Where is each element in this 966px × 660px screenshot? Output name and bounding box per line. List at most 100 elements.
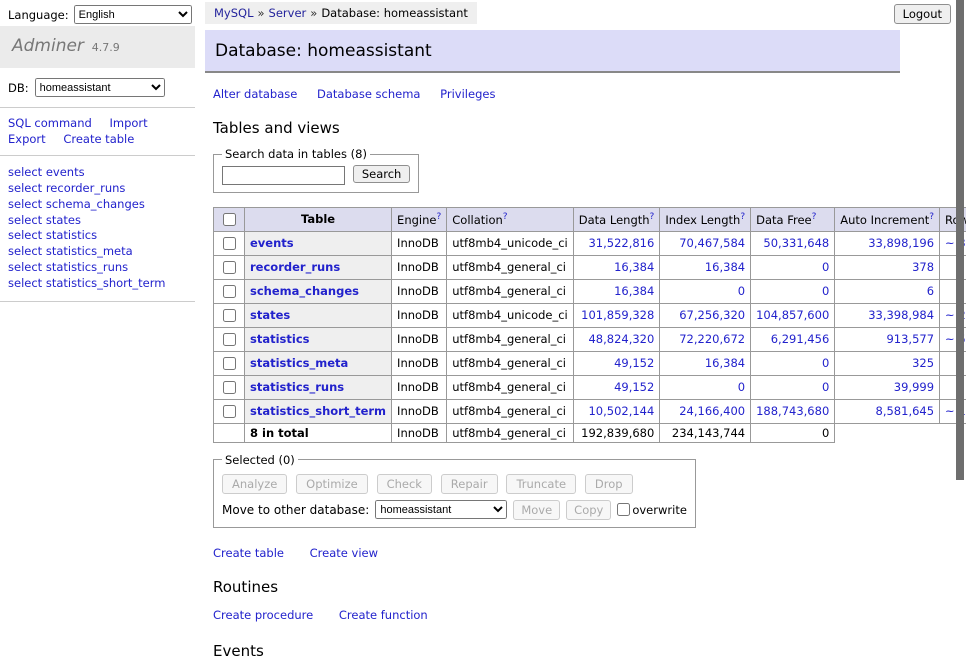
sidebar-select-states[interactable]: select states <box>8 213 187 229</box>
data-free-value[interactable]: 0 <box>822 284 829 298</box>
data-free-value[interactable]: 0 <box>822 356 829 370</box>
data-free-value[interactable]: 6,291,456 <box>771 332 830 346</box>
sidebar-select-statistics-short-term[interactable]: select statistics_short_term <box>8 276 187 292</box>
analyze-button[interactable]: Analyze <box>222 474 287 494</box>
repair-button[interactable]: Repair <box>441 474 498 494</box>
search-input[interactable] <box>222 166 345 185</box>
data-free-value[interactable]: 104,857,600 <box>756 308 829 322</box>
row-checkbox[interactable] <box>223 357 236 370</box>
table-link[interactable]: statistics_runs <box>250 380 344 394</box>
drop-button[interactable]: Drop <box>585 474 633 494</box>
alter-database-link[interactable]: Alter database <box>213 87 297 101</box>
auto-increment-value[interactable]: 33,898,196 <box>868 236 934 250</box>
overwrite-checkbox[interactable] <box>617 503 630 516</box>
breadcrumb-link-server[interactable]: Server <box>269 6 307 20</box>
data-length-value[interactable]: 48,824,320 <box>588 332 654 346</box>
sidebar-item-import[interactable]: Import <box>109 116 147 130</box>
scrollbar-thumb[interactable] <box>956 0 964 480</box>
engine-cell: InnoDB <box>392 375 447 399</box>
data-length-value[interactable]: 49,152 <box>614 356 654 370</box>
sidebar-select-recorder-runs[interactable]: select recorder_runs <box>8 181 187 197</box>
auto-increment-value[interactable]: 8,581,645 <box>876 404 935 418</box>
table-link[interactable]: states <box>250 308 290 322</box>
auto-increment-value[interactable]: 39,999 <box>894 380 934 394</box>
sidebar-item-create-table[interactable]: Create table <box>63 132 134 146</box>
table-link[interactable]: events <box>250 236 294 250</box>
scrollbar[interactable] <box>956 0 964 543</box>
help-link[interactable]: ? <box>929 212 934 222</box>
data-length-value[interactable]: 16,384 <box>614 260 654 274</box>
row-checkbox[interactable] <box>223 285 236 298</box>
index-length-value[interactable]: 70,467,584 <box>679 236 745 250</box>
auto-increment-value[interactable]: 378 <box>912 260 934 274</box>
privileges-link[interactable]: Privileges <box>440 87 495 101</box>
index-length-value[interactable]: 0 <box>738 284 745 298</box>
data-length-value[interactable]: 49,152 <box>614 380 654 394</box>
help-link[interactable]: ? <box>503 212 508 222</box>
data-free-value[interactable]: 0 <box>822 260 829 274</box>
sidebar-item-sql-command[interactable]: SQL command <box>8 116 92 130</box>
table-link[interactable]: statistics <box>250 332 310 346</box>
row-checkbox[interactable] <box>223 333 236 346</box>
create-view-link[interactable]: Create view <box>310 546 378 560</box>
table-link[interactable]: recorder_runs <box>250 260 340 274</box>
db-select[interactable]: homeassistant <box>35 78 165 97</box>
sidebar-item-export[interactable]: Export <box>8 132 46 146</box>
auto-increment-value[interactable]: 6 <box>927 284 934 298</box>
data-length-value[interactable]: 16,384 <box>614 284 654 298</box>
total-label: 8 in total <box>245 423 392 442</box>
row-checkbox[interactable] <box>223 309 236 322</box>
select-all-checkbox[interactable] <box>223 213 236 226</box>
check-button[interactable]: Check <box>377 474 432 494</box>
auto-increment-value[interactable]: 325 <box>912 356 934 370</box>
data-free-value[interactable]: 0 <box>822 380 829 394</box>
index-length-value[interactable]: 16,384 <box>705 260 745 274</box>
table-link[interactable]: statistics_meta <box>250 356 348 370</box>
row-checkbox[interactable] <box>223 405 236 418</box>
data-free-value[interactable]: 188,743,680 <box>756 404 829 418</box>
move-db-select[interactable]: homeassistant <box>375 500 507 519</box>
index-length-value[interactable]: 67,256,320 <box>679 308 745 322</box>
index-length-value[interactable]: 24,166,400 <box>679 404 745 418</box>
data-free-value[interactable]: 50,331,648 <box>763 236 829 250</box>
sidebar-select-statistics-meta[interactable]: select statistics_meta <box>8 244 187 260</box>
overwrite-label: overwrite <box>632 503 687 517</box>
index-length-value[interactable]: 72,220,672 <box>679 332 745 346</box>
help-link[interactable]: ? <box>740 212 745 222</box>
auto-increment-value[interactable]: 33,398,984 <box>868 308 934 322</box>
sidebar-select-events[interactable]: select events <box>8 165 187 181</box>
breadcrumb-link-mysql[interactable]: MySQL <box>214 6 254 20</box>
index-length-value[interactable]: 16,384 <box>705 356 745 370</box>
page-title: Database: homeassistant <box>205 30 900 73</box>
move-button[interactable]: Move <box>513 500 560 520</box>
search-button[interactable]: Search <box>353 165 411 183</box>
engine-cell: InnoDB <box>392 231 447 255</box>
sidebar-select-schema-changes[interactable]: select schema_changes <box>8 197 187 213</box>
data-length-value[interactable]: 101,859,328 <box>581 308 654 322</box>
help-link[interactable]: ? <box>436 212 441 222</box>
row-checkbox[interactable] <box>223 237 236 250</box>
row-checkbox[interactable] <box>223 261 236 274</box>
create-procedure-link[interactable]: Create procedure <box>213 608 313 622</box>
sidebar-select-statistics[interactable]: select statistics <box>8 228 187 244</box>
data-length-value[interactable]: 31,522,816 <box>588 236 654 250</box>
auto-increment-value[interactable]: 913,577 <box>886 332 934 346</box>
optimize-button[interactable]: Optimize <box>296 474 368 494</box>
sidebar-select-statistics-runs[interactable]: select statistics_runs <box>8 260 187 276</box>
truncate-button[interactable]: Truncate <box>506 474 576 494</box>
events-heading: Events <box>213 642 900 660</box>
create-table-link[interactable]: Create table <box>213 546 284 560</box>
help-link[interactable]: ? <box>812 212 817 222</box>
create-function-link[interactable]: Create function <box>339 608 428 622</box>
help-link[interactable]: ? <box>650 212 655 222</box>
table-link[interactable]: statistics_short_term <box>250 404 386 418</box>
copy-button[interactable]: Copy <box>566 500 611 520</box>
language-select[interactable]: English <box>74 5 192 24</box>
logout-button[interactable]: Logout <box>894 4 951 24</box>
table-link[interactable]: schema_changes <box>250 284 359 298</box>
database-links: Alter database Database schema Privilege… <box>213 87 900 101</box>
index-length-value[interactable]: 0 <box>738 380 745 394</box>
data-length-value[interactable]: 10,502,144 <box>588 404 654 418</box>
database-schema-link[interactable]: Database schema <box>317 87 420 101</box>
row-checkbox[interactable] <box>223 381 236 394</box>
